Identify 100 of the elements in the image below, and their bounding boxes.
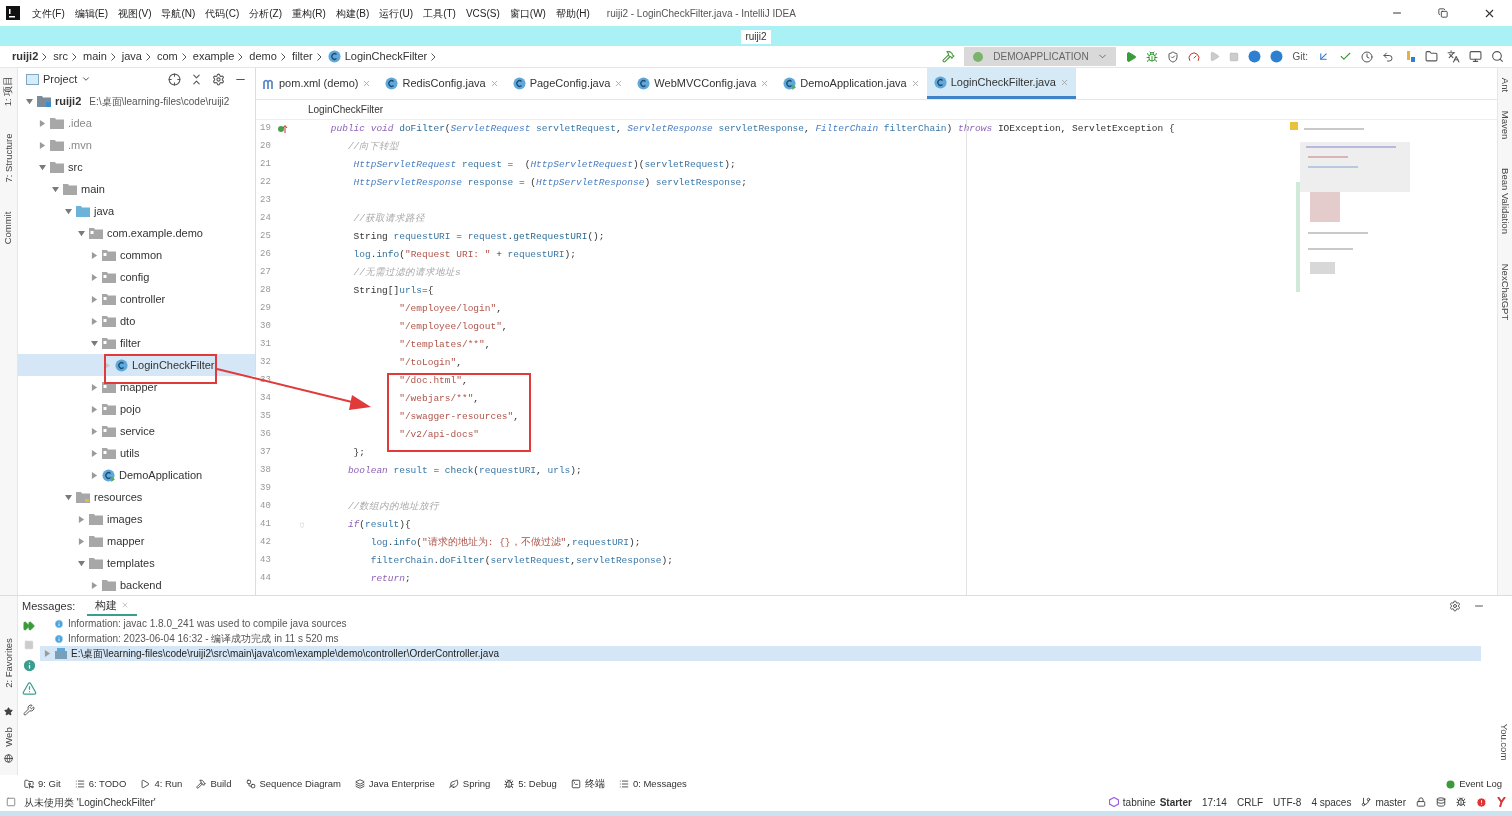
menu-item[interactable]: 运行(U) — [374, 5, 419, 21]
run-icon[interactable] — [1125, 50, 1138, 63]
status-item[interactable]: 17:14 — [1201, 794, 1227, 810]
collapse-arrow-icon[interactable] — [44, 650, 51, 657]
breadcrumb-item[interactable]: demo — [249, 48, 286, 65]
project-tab[interactable]: ruiji2 — [741, 30, 771, 44]
tree-item[interactable]: mapper — [18, 530, 255, 552]
close-tab-icon[interactable] — [760, 79, 770, 88]
collapse-arrow-icon[interactable] — [91, 427, 98, 435]
tree-item[interactable]: common — [18, 244, 255, 266]
bug-icon[interactable] — [1456, 797, 1466, 807]
expand-arrow-icon[interactable] — [78, 559, 85, 567]
plugin-icon[interactable] — [1248, 50, 1262, 63]
breadcrumb-item[interactable]: java — [121, 48, 151, 65]
plugin-icon[interactable] — [1497, 797, 1506, 807]
collapse-arrow-icon[interactable] — [91, 581, 98, 589]
close-tab-icon[interactable] — [614, 79, 624, 88]
tool-window-button[interactable]: 0: Messages — [618, 776, 687, 792]
collapse-arrow-icon[interactable] — [91, 405, 98, 413]
breadcrumb-item[interactable]: LoginCheckFilter — [327, 48, 437, 65]
menu-item[interactable]: 工具(T) — [418, 5, 461, 21]
tree-item[interactable]: utils — [18, 442, 255, 464]
tool-window-button[interactable]: Spring — [448, 776, 491, 792]
breadcrumb-item[interactable]: filter — [291, 48, 322, 65]
override-icon[interactable] — [278, 124, 288, 134]
tree-item[interactable]: resources — [18, 486, 255, 508]
menu-item[interactable]: 文件(F) — [27, 5, 70, 21]
settings-icon[interactable] — [1449, 600, 1461, 612]
menu-item[interactable]: 帮助(H) — [550, 5, 595, 21]
tool-window-tab[interactable]: Ant — [1499, 77, 1511, 93]
menu-item[interactable]: VCS(S) — [460, 5, 505, 21]
tree-item[interactable]: backend — [18, 574, 255, 595]
tree-item[interactable]: java — [18, 200, 255, 222]
message-row[interactable]: Information: 2023-06-04 16:32 - 编译成功完成 in 11 s 520 ms — [40, 631, 1481, 646]
collapse-arrow-icon[interactable] — [91, 295, 98, 303]
wrench-icon[interactable] — [23, 704, 35, 716]
collapse-arrow-icon[interactable] — [39, 141, 46, 149]
tree-item[interactable]: images — [18, 508, 255, 530]
lock-icon[interactable] — [1416, 797, 1426, 807]
expand-arrow-icon[interactable] — [78, 229, 85, 237]
presentation-icon[interactable] — [1469, 50, 1482, 63]
plugin-icon[interactable] — [1270, 50, 1284, 63]
status-item[interactable]: CRLF — [1236, 794, 1264, 810]
menu-item[interactable]: 构建(B) — [330, 5, 375, 21]
close-tab-icon[interactable] — [362, 79, 372, 88]
collapse-arrow-icon[interactable] — [104, 361, 111, 369]
tool-window-button[interactable]: Build — [196, 776, 232, 792]
run-configuration-dropdown[interactable]: DEMOAPPLICATION — [964, 47, 1117, 66]
menu-item[interactable]: 重构(R) — [287, 5, 331, 21]
menu-item[interactable]: 窗口(W) — [504, 5, 551, 21]
tool-window-button[interactable]: 5: Debug — [504, 776, 557, 792]
editor-tab[interactable]: PageConfig.java — [505, 68, 631, 99]
tree-item[interactable]: main — [18, 178, 255, 200]
tree-item[interactable]: src — [18, 156, 255, 178]
tree-item[interactable]: service — [18, 420, 255, 442]
tool-window-tab[interactable]: 2: Favorites — [2, 638, 15, 688]
translate-icon[interactable] — [1447, 50, 1460, 63]
editor-tab[interactable]: pom.xml (demo) — [256, 68, 379, 99]
menu-item[interactable]: 分析(Z) — [244, 5, 288, 21]
tree-item[interactable]: dto — [18, 310, 255, 332]
tool-window-button[interactable]: Java Enterprise — [354, 776, 435, 792]
collapse-all-icon[interactable] — [190, 72, 203, 86]
tool-window-button[interactable]: 4: Run — [140, 776, 183, 792]
history-icon[interactable] — [1361, 50, 1373, 63]
collapse-arrow-icon[interactable] — [91, 251, 98, 259]
collapse-arrow-icon[interactable] — [91, 317, 98, 325]
expand-arrow-icon[interactable] — [39, 163, 46, 171]
tree-item[interactable]: com.example.demo — [18, 222, 255, 244]
debug-icon[interactable] — [1146, 50, 1159, 63]
tool-window-tab[interactable]: NexChatGPT — [1499, 263, 1511, 321]
tree-item[interactable]: .idea — [18, 112, 255, 134]
locate-icon[interactable] — [168, 72, 181, 86]
tool-window-tab[interactable]: Maven — [1499, 110, 1511, 140]
tool-window-tab[interactable]: Web — [2, 727, 15, 747]
expand-arrow-icon[interactable] — [91, 339, 98, 347]
message-row[interactable]: E:\桌面\learning-files\code\ruiji2\src\main\java\com\example\demo\controller\OrderController.java — [40, 646, 1481, 661]
expand-arrow-icon[interactable] — [65, 207, 72, 215]
collapse-arrow-icon[interactable] — [39, 119, 46, 127]
tree-item[interactable]: config — [18, 266, 255, 288]
project-structure-icon[interactable] — [1425, 50, 1438, 63]
tool-window-tab[interactable]: You.com — [1498, 723, 1511, 761]
tree-item[interactable]: DemoApplication — [18, 464, 255, 486]
expand-arrow-icon[interactable] — [26, 97, 33, 105]
coverage-icon[interactable] — [1167, 50, 1180, 63]
tool-window-button[interactable]: Sequence Diagram — [245, 776, 341, 792]
editor-tab[interactable]: DemoApplication.java — [776, 68, 927, 99]
tool-window-button[interactable]: 6: TODO — [74, 776, 127, 792]
error-icon[interactable] — [1476, 796, 1487, 808]
tool-window-tab[interactable]: 1: 项目 — [2, 75, 15, 107]
breadcrumb-item[interactable]: ruiji2 — [12, 48, 48, 65]
menu-item[interactable]: 代码(C) — [200, 5, 245, 21]
branch-status[interactable]: master — [1361, 794, 1406, 810]
tree-item[interactable]: templates — [18, 552, 255, 574]
tool-window-tab[interactable]: Commit — [2, 211, 15, 245]
menu-item[interactable]: 编辑(E) — [69, 5, 114, 21]
editor-tab[interactable]: WebMVCConfig.java — [630, 68, 777, 99]
close-tab-icon[interactable] — [1059, 77, 1069, 87]
tree-item[interactable]: filter — [18, 332, 255, 354]
close-tab-icon[interactable] — [489, 79, 499, 88]
editor-tab[interactable]: RedisConfig.java — [378, 68, 506, 99]
